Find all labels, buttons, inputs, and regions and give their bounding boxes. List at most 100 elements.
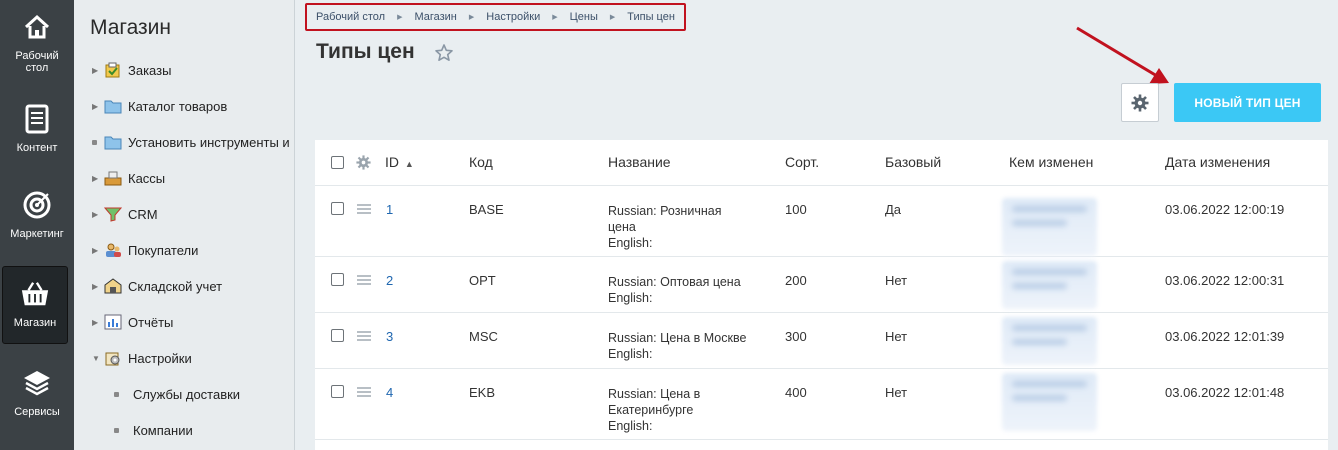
modified-by-redacted [1002, 261, 1097, 309]
users-icon [106, 243, 121, 257]
table-row[interactable]: 3 MSC Russian: Цена в Москве English: 30… [315, 313, 1328, 369]
row-date: 03.06.2022 12:01:39 [1165, 329, 1285, 344]
row-name-ru: Russian: Цена в [608, 387, 701, 401]
menu-item-label: Складской учет [128, 278, 223, 294]
menu-subitem-companies[interactable]: Компании [114, 420, 193, 440]
expand-arrow-icon[interactable]: ▶ [92, 174, 104, 183]
menu-item-reports[interactable]: ▶ Отчёты [92, 312, 173, 332]
rail-item-services[interactable]: Сервисы [0, 356, 74, 436]
breadcrumb-item-price-types[interactable]: Типы цен [627, 11, 675, 23]
menu-item-catalog[interactable]: ▶ Каталог товаров [92, 96, 227, 116]
rail-label-services: Сервисы [14, 406, 60, 418]
rail-item-marketing[interactable]: Маркетинг [0, 178, 74, 258]
menu-subitem-label: Службы доставки [133, 386, 241, 402]
home-icon [22, 12, 52, 42]
bullet-icon [114, 427, 119, 433]
row-name-ru: Russian: Цена в Москве [608, 331, 747, 345]
row-date: 03.06.2022 12:00:19 [1165, 202, 1285, 217]
row-name-en: English: [608, 419, 653, 433]
price-types-table: ID ▲ Код Название Сорт. Базовый Кем изме… [315, 140, 1328, 450]
sort-ascending-icon: ▲ [404, 159, 414, 169]
favorite-star-icon[interactable] [434, 43, 454, 63]
shop-menu: Магазин ▶ Заказы ▶ Каталог товаров Устан… [74, 0, 295, 450]
select-all-checkbox[interactable] [331, 156, 344, 169]
gear-icon [1131, 94, 1149, 111]
rail-item-desktop[interactable]: Рабочий стол [0, 0, 74, 80]
menu-item-label: Каталог товаров [128, 98, 228, 114]
menu-item-customers[interactable]: ▶ Покупатели [92, 240, 198, 260]
breadcrumb-item-settings[interactable]: Настройки [486, 11, 540, 23]
row-sort: 300 [785, 329, 807, 344]
warehouse-icon [104, 278, 122, 294]
expand-arrow-icon[interactable]: ▶ [92, 102, 104, 111]
row-date: 03.06.2022 12:00:31 [1165, 273, 1285, 288]
modified-by-redacted [1002, 373, 1097, 431]
menu-item-label: Установить инструменты и [128, 134, 290, 150]
column-header-label: ID [385, 154, 399, 170]
orders-icon [105, 62, 120, 78]
column-header-name[interactable]: Название [608, 154, 671, 170]
collapse-arrow-icon[interactable]: ▼ [92, 354, 104, 363]
settings-button[interactable] [1121, 83, 1159, 122]
menu-subitem-delivery[interactable]: Службы доставки [114, 384, 240, 404]
rail-item-content[interactable]: Контент [0, 92, 74, 172]
row-id-link[interactable]: 4 [386, 385, 393, 401]
row-checkbox[interactable] [331, 202, 344, 215]
bullet-icon [114, 391, 119, 397]
menu-item-label: Покупатели [128, 242, 199, 258]
row-menu-icon[interactable] [357, 387, 371, 397]
row-checkbox[interactable] [331, 385, 344, 398]
row-checkbox[interactable] [331, 329, 344, 342]
table-header: ID ▲ Код Название Сорт. Базовый Кем изме… [315, 140, 1328, 186]
menu-item-settings[interactable]: ▼ Настройки [92, 348, 192, 368]
breadcrumb-item-prices[interactable]: Цены [570, 11, 598, 23]
column-header-modified-by[interactable]: Кем изменен [1009, 154, 1093, 170]
column-header-base[interactable]: Базовый [885, 154, 941, 170]
column-header-id[interactable]: ID ▲ [385, 154, 414, 172]
expand-arrow-icon[interactable]: ▶ [92, 246, 104, 255]
expand-arrow-icon[interactable]: ▶ [92, 210, 104, 219]
row-name-en: English: [608, 236, 653, 250]
row-code: OPT [469, 273, 496, 288]
rail-item-shop[interactable]: Магазин [2, 266, 68, 344]
row-name-en: English: [608, 291, 653, 305]
row-menu-icon[interactable] [357, 204, 371, 214]
column-settings-gear-icon[interactable] [356, 155, 371, 170]
breadcrumb-item-desktop[interactable]: Рабочий стол [316, 11, 385, 23]
expand-arrow-icon[interactable]: ▶ [92, 282, 104, 291]
settings-icon [105, 352, 120, 366]
breadcrumb-item-shop[interactable]: Магазин [414, 11, 456, 23]
row-name-ru: Russian: Розничная [608, 204, 722, 218]
expand-arrow-icon[interactable]: ▶ [92, 318, 104, 327]
row-sort: 100 [785, 202, 807, 217]
table-row[interactable]: 2 OPT Russian: Оптовая цена English: 200… [315, 257, 1328, 313]
column-header-code[interactable]: Код [469, 154, 493, 170]
expand-arrow-icon[interactable]: ▶ [92, 66, 104, 75]
row-id-link[interactable]: 3 [386, 329, 393, 345]
menu-item-orders[interactable]: ▶ Заказы [92, 60, 171, 80]
rail-label-desktop: Рабочий стол [15, 50, 59, 74]
table-row[interactable]: 4 EKB Russian: Цена в Екатеринбурге Engl… [315, 369, 1328, 440]
breadcrumb: Рабочий стол ▶ Магазин ▶ Настройки ▶ Цен… [305, 3, 686, 31]
row-name: Russian: Оптовая цена English: [608, 274, 741, 306]
page-title: Типы цен [316, 40, 415, 63]
menu-item-install-tools[interactable]: Установить инструменты и [92, 132, 290, 152]
row-menu-icon[interactable] [357, 331, 371, 341]
menu-item-crm[interactable]: ▶ CRM [92, 204, 158, 224]
table-row[interactable]: 1 BASE Russian: Розничная цена English: … [315, 186, 1328, 257]
menu-title: Магазин [90, 16, 172, 39]
menu-item-cashboxes[interactable]: ▶ Кассы [92, 168, 165, 188]
row-name: Russian: Розничная цена English: [608, 203, 721, 251]
chevron-right-icon: ▶ [609, 14, 616, 21]
new-price-type-button[interactable]: НОВЫЙ ТИП ЦЕН [1174, 83, 1321, 122]
left-rail: Рабочий стол Контент Маркетинг Магазин С… [0, 0, 74, 450]
menu-item-warehouse[interactable]: ▶ Складской учет [92, 276, 222, 296]
column-header-sort[interactable]: Сорт. [785, 154, 819, 170]
column-header-modified-date[interactable]: Дата изменения [1165, 154, 1270, 170]
row-checkbox[interactable] [331, 273, 344, 286]
row-id-link[interactable]: 1 [386, 202, 393, 218]
row-code: MSC [469, 329, 498, 344]
row-id-link[interactable]: 2 [386, 273, 393, 289]
row-menu-icon[interactable] [357, 275, 371, 285]
row-code: EKB [469, 385, 496, 400]
